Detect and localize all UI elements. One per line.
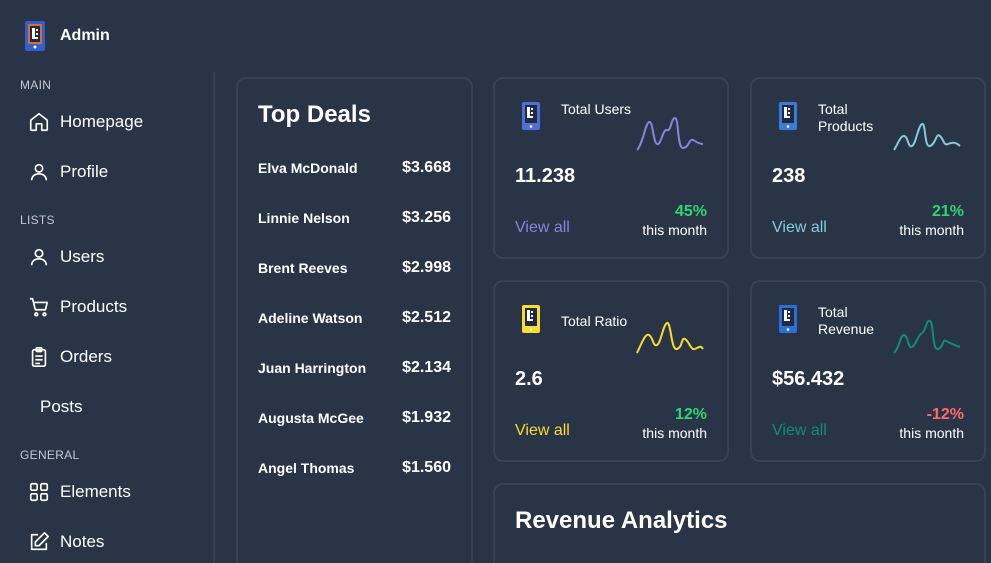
stat-period: this month — [899, 425, 964, 441]
top-deals-panel: Top Deals Elva McDonald $3.668 Linnie Nel… — [236, 77, 473, 563]
nav-label: Orders — [60, 347, 112, 366]
section-title-main: MAIN — [20, 78, 52, 92]
deal-name: Elva McDonald — [258, 160, 358, 176]
users-box-icon — [522, 102, 540, 130]
nav-label: Posts — [40, 397, 83, 416]
home-icon — [28, 111, 50, 133]
stat-value: 238 — [772, 165, 806, 187]
deal-amount: $2.998 — [402, 259, 451, 276]
brand-name: Admin — [60, 27, 110, 44]
nav-label: Notes — [60, 532, 105, 551]
user-icon — [28, 246, 50, 268]
deal-name: Brent Reeves — [258, 260, 348, 276]
deal-row[interactable]: Augusta McGee $1.932 — [258, 393, 451, 443]
stat-period: this month — [642, 425, 707, 441]
deal-amount: $3.668 — [402, 159, 451, 176]
logo-icon — [25, 21, 45, 51]
nav-item-products[interactable]: Products — [28, 292, 127, 322]
deal-name: Linnie Nelson — [258, 210, 350, 226]
revenue-analytics-panel: Revenue Analytics — [493, 483, 986, 563]
nav-item-orders[interactable]: Orders — [28, 342, 112, 372]
stat-percent: -12% — [926, 406, 964, 423]
stat-card-ratio: Total Ratio 2.6 View all 12% this month — [493, 280, 729, 462]
sparkline — [893, 122, 961, 151]
stat-card-products: Total Products 238 View all 21% this mon… — [750, 77, 986, 259]
deal-amount: $1.560 — [402, 459, 451, 476]
products-box-icon — [779, 102, 797, 130]
stat-title: Total Products — [818, 101, 874, 134]
stat-value: $56.432 — [772, 368, 845, 390]
nav-label: Elements — [60, 482, 131, 501]
stat-percent: 45% — [674, 203, 707, 220]
clipboard-icon — [28, 346, 50, 368]
nav-item-notes[interactable]: Notes — [28, 527, 104, 557]
section-title-general: GENERAL — [20, 448, 80, 462]
stat-title: Total Users — [561, 101, 632, 117]
deal-name: Juan Harrington — [258, 360, 367, 376]
stat-value: 11.238 — [515, 165, 576, 187]
sidebar: MAIN Homepage Profile LISTS Users Produc… — [0, 72, 215, 563]
stat-percent: 21% — [931, 203, 964, 220]
view-all-link[interactable]: View all — [772, 219, 827, 237]
deal-amount: $1.932 — [402, 409, 451, 426]
nav-item-elements[interactable]: Elements — [28, 477, 131, 507]
deal-row[interactable]: Adeline Watson $2.512 — [258, 293, 451, 343]
deal-row[interactable]: Linnie Nelson $3.256 — [258, 193, 451, 243]
sparkline — [636, 321, 704, 354]
nav-label: Products — [60, 297, 128, 316]
nav-item-users[interactable]: Users — [28, 242, 104, 272]
stat-percent: 12% — [674, 406, 707, 423]
sparkline — [636, 116, 704, 151]
nav-item-profile[interactable]: Profile — [28, 157, 108, 187]
section-title-lists: LISTS — [20, 213, 55, 227]
stat-period: this month — [899, 222, 964, 238]
deal-row[interactable]: Elva McDonald $3.668 — [258, 143, 451, 193]
revenue-box-icon — [779, 305, 797, 333]
deal-name: Augusta McGee — [258, 410, 364, 426]
sparkline — [893, 319, 961, 354]
deal-name: Adeline Watson — [258, 310, 363, 326]
stat-period: this month — [642, 222, 707, 238]
nav-label: Profile — [60, 162, 109, 181]
top-deals-title: Top Deals — [258, 101, 371, 128]
deal-name: Angel Thomas — [258, 460, 355, 476]
deal-row[interactable]: Juan Harrington $2.134 — [258, 343, 451, 393]
nav-item-homepage[interactable]: Homepage — [28, 107, 143, 137]
deal-amount: $2.134 — [402, 359, 451, 376]
stat-card-revenue: Total Revenue $56.432 View all -12% this… — [750, 280, 986, 462]
nav-label: Homepage — [60, 112, 144, 131]
deal-row[interactable]: Brent Reeves $2.998 — [258, 243, 451, 293]
cart-icon — [28, 296, 50, 318]
nav-item-posts[interactable]: Posts — [40, 392, 83, 422]
user-icon — [28, 161, 50, 183]
deal-amount: $2.512 — [402, 309, 451, 326]
stat-card-users: Total Users 11.238 View all 45% this mon… — [493, 77, 729, 259]
view-all-link[interactable]: View all — [515, 422, 570, 440]
deal-row[interactable]: Angel Thomas $1.560 — [258, 443, 451, 493]
view-all-link[interactable]: View all — [772, 422, 827, 440]
nav-label: Users — [60, 247, 105, 266]
grid-icon — [28, 481, 50, 503]
dashboard: Admin MAIN Homepage Profile LISTS Users — [0, 0, 991, 563]
view-all-link[interactable]: View all — [515, 219, 570, 237]
revenue-analytics-title: Revenue Analytics — [515, 507, 728, 534]
edit-icon — [28, 531, 50, 553]
stat-title: Total Revenue — [818, 304, 875, 337]
ratio-box-icon — [522, 305, 540, 333]
brand[interactable]: Admin — [24, 20, 110, 52]
stat-value: 2.6 — [515, 368, 543, 390]
deal-amount: $3.256 — [402, 209, 451, 226]
